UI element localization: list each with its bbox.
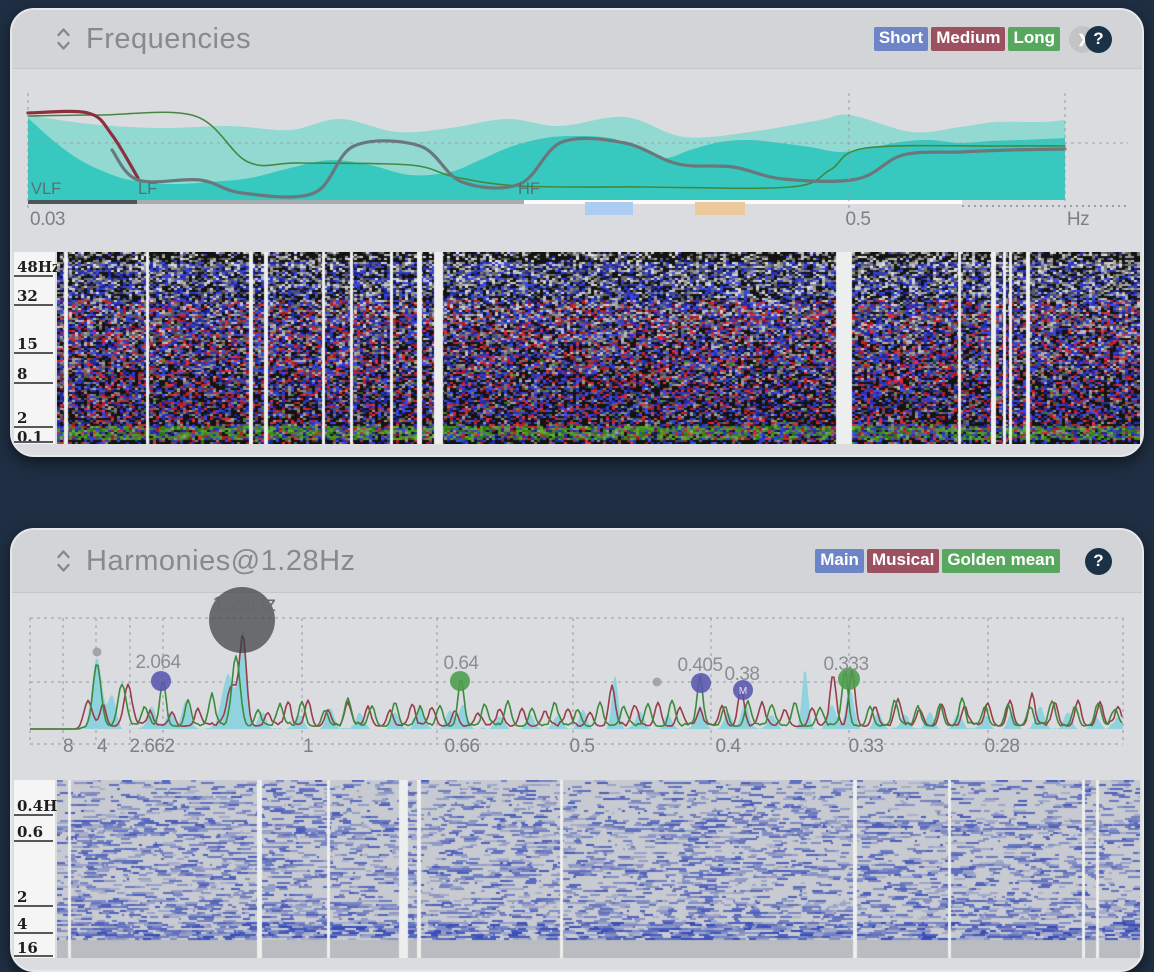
app-root: Frequencies ShortMediumLong❯? Harmonies@… xyxy=(0,0,1154,960)
spectrogram-y-tick-rule xyxy=(14,441,53,443)
legend-buttons: ShortMediumLong❯? xyxy=(874,10,1112,68)
frequencies-header: Frequencies ShortMediumLong❯? xyxy=(12,10,1142,69)
collapse-toggle-icon[interactable] xyxy=(56,548,71,574)
spectrogram-y-tick-rule xyxy=(14,932,53,934)
spectrogram-y-tick-label: 2 xyxy=(17,409,27,427)
spectrogram-y-tick-rule xyxy=(14,304,53,306)
help-button[interactable]: ? xyxy=(1085,548,1112,575)
hf-spectrogram-y-axis: 48Hz3215820.1 xyxy=(14,252,55,444)
spectrogram-y-tick-rule xyxy=(14,955,53,957)
spectrogram-y-tick-label: 15 xyxy=(17,335,38,353)
collapse-toggle-icon[interactable] xyxy=(56,26,71,52)
legend-button-medium[interactable]: Medium xyxy=(931,27,1005,50)
spectrogram-y-tick-label: 2 xyxy=(17,888,27,906)
legend-button-short[interactable]: Short xyxy=(874,27,928,50)
spectrogram-y-tick-label: 32 xyxy=(17,287,38,305)
spectrogram-y-tick-rule xyxy=(14,840,53,842)
legend-buttons: MainMusicalGolden mean? xyxy=(815,530,1112,592)
spectrogram-y-tick-rule xyxy=(14,905,53,907)
spectrogram-y-tick-label: 4 xyxy=(17,915,27,933)
harmonic-spectrogram xyxy=(57,780,1140,958)
spectrogram-y-tick-rule xyxy=(14,382,53,384)
hf-spectrogram xyxy=(57,252,1140,444)
spectrogram-y-tick-label: 48Hz xyxy=(17,258,61,276)
legend-button-musical[interactable]: Musical xyxy=(867,549,939,572)
spectrogram-y-tick-rule xyxy=(14,814,53,816)
legend-button-main[interactable]: Main xyxy=(815,549,864,572)
spectrogram-y-tick-label: 0.1 xyxy=(17,428,43,446)
harmonic-spectrogram-y-axis: 0.4Hz0.62416 xyxy=(14,780,55,958)
harmonies-header: Harmonies@1.28Hz MainMusicalGolden mean? xyxy=(12,530,1142,593)
legend-button-golden-mean[interactable]: Golden mean xyxy=(942,549,1060,572)
spectrogram-y-tick-rule xyxy=(14,352,53,354)
legend-button-long[interactable]: Long xyxy=(1008,27,1060,50)
help-button[interactable]: ? xyxy=(1085,26,1112,53)
spectrogram-y-tick-label: 0.6 xyxy=(17,823,43,841)
spectrogram-y-tick-rule xyxy=(14,275,53,277)
spectrogram-y-tick-label: 8 xyxy=(17,365,27,383)
panel-title: Frequencies xyxy=(86,23,251,56)
panel-title: Harmonies@1.28Hz xyxy=(86,545,356,578)
